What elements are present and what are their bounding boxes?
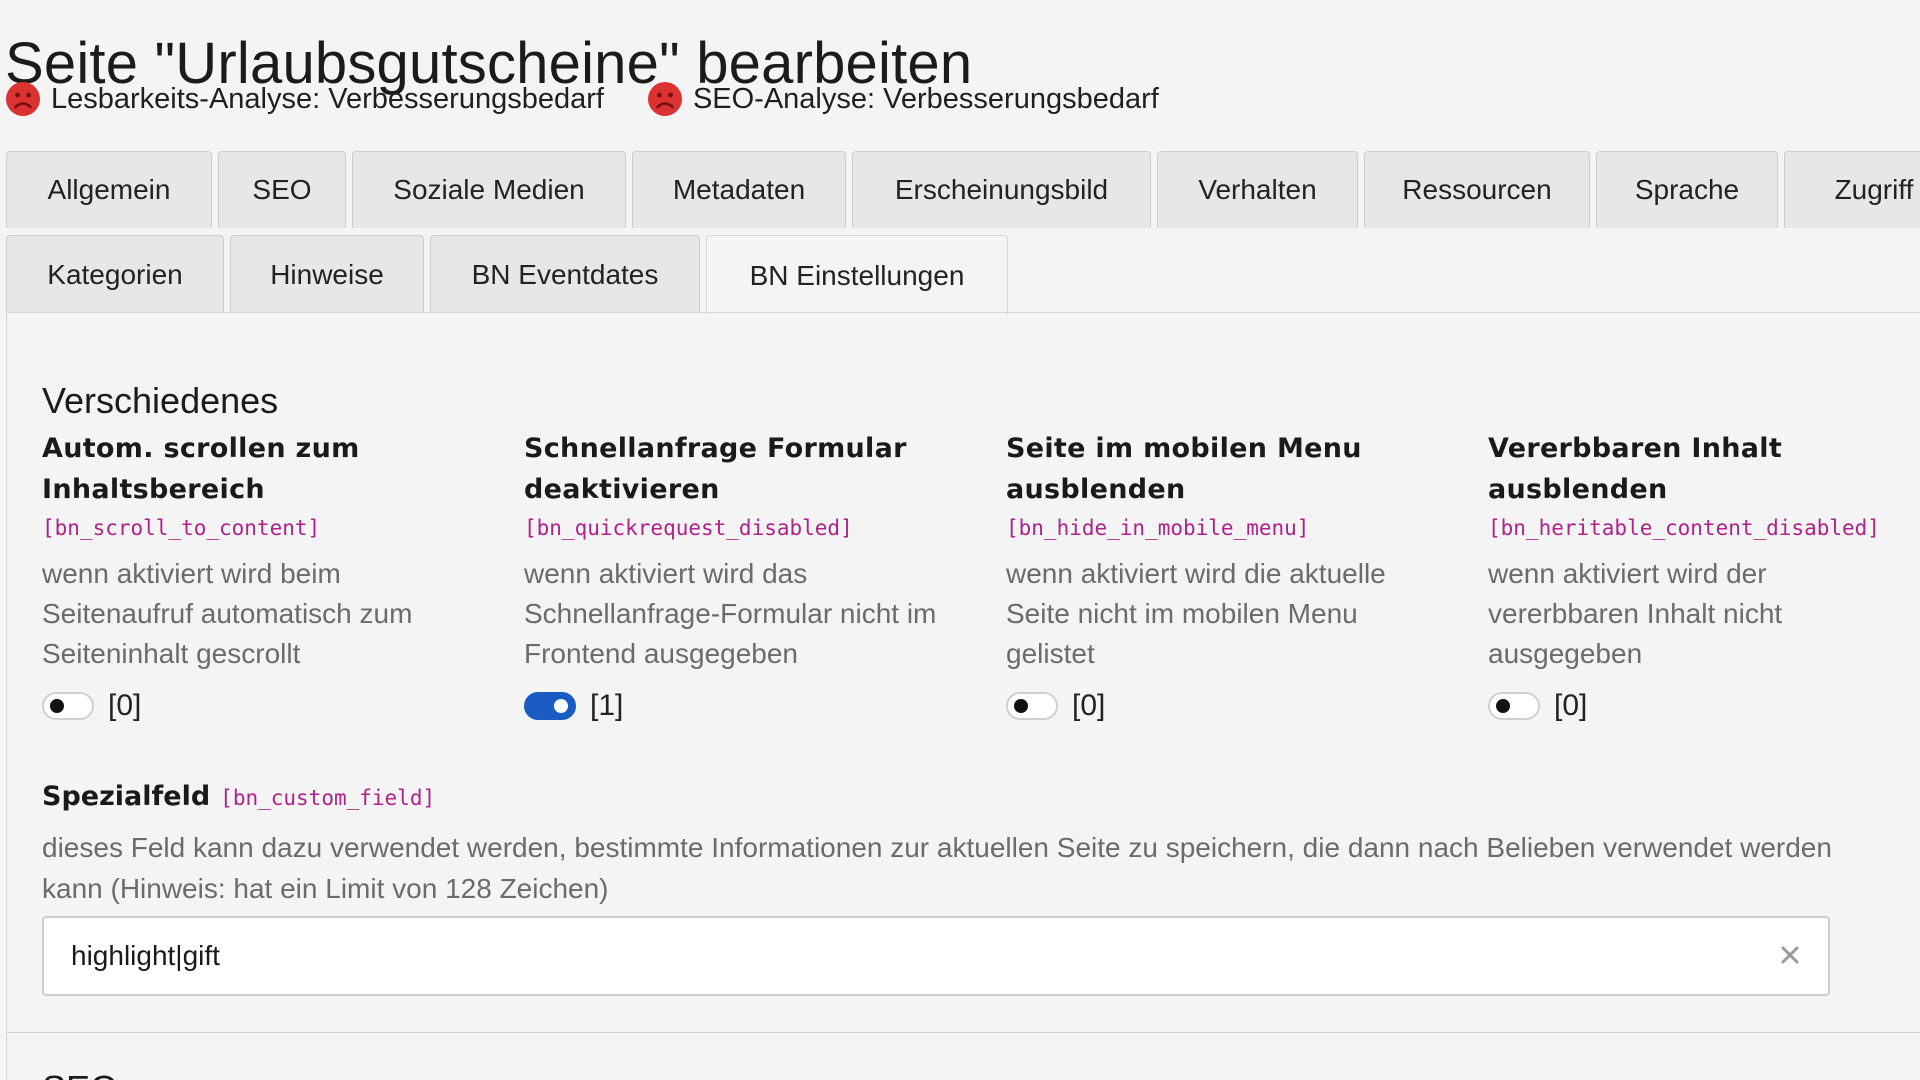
toggle-value: [0] xyxy=(108,689,142,722)
custom-field-code: [bn_custom_field] xyxy=(220,786,436,810)
tab-metadaten[interactable]: Metadaten xyxy=(632,151,846,228)
page: Seite "Urlaubsgutscheine" bearbeiten Les… xyxy=(0,0,1920,1080)
custom-field-input[interactable] xyxy=(44,918,1744,994)
section-divider xyxy=(7,1032,1920,1033)
tab-zugriff[interactable]: Zugriff xyxy=(1784,151,1920,228)
tab-bn-eventdates[interactable]: BN Eventdates xyxy=(430,235,700,313)
toggle-switch[interactable] xyxy=(42,692,94,720)
seo-analysis[interactable]: SEO-Analyse: Verbesserungsbedarf xyxy=(647,81,1159,117)
analysis-bar: Lesbarkeits-Analyse: Verbesserungsbedarf… xyxy=(5,79,1159,119)
field-quickrequest-disabled: Schnellanfrage Formular deaktivieren [bn… xyxy=(524,428,964,726)
tab-soziale-medien[interactable]: Soziale Medien xyxy=(352,151,626,228)
field-label: Autom. scrollen zum Inhaltsbereich xyxy=(42,433,360,505)
toggle-row: [1] xyxy=(524,686,964,726)
field-hide-in-mobile-menu: Seite im mobilen Menu ausblenden [bn_hid… xyxy=(1006,428,1446,726)
tab-bar-row-1: Allgemein SEO Soziale Medien Metadaten E… xyxy=(6,151,1920,228)
field-scroll-to-content: Autom. scrollen zum Inhaltsbereich [bn_s… xyxy=(42,428,482,726)
readability-analysis-label: Lesbarkeits-Analyse: Verbesserungsbedarf xyxy=(51,82,604,115)
toggle-row: [0] xyxy=(1006,686,1446,726)
toggle-knob xyxy=(554,699,568,713)
tab-erscheinungsbild[interactable]: Erscheinungsbild xyxy=(852,151,1151,228)
toggle-switch[interactable] xyxy=(1006,692,1058,720)
toggle-knob xyxy=(1496,699,1510,713)
sad-face-icon xyxy=(6,82,40,116)
tab-allgemein[interactable]: Allgemein xyxy=(6,151,212,228)
tab-sprache[interactable]: Sprache xyxy=(1596,151,1778,228)
tab-verhalten[interactable]: Verhalten xyxy=(1157,151,1358,228)
tab-bn-einstellungen[interactable]: BN Einstellungen xyxy=(706,235,1008,315)
field-heritable-content-disabled: Vererbbaren Inhalt ausblenden [bn_herita… xyxy=(1488,428,1918,726)
toggle-row: [0] xyxy=(1488,686,1918,726)
field-code: [bn_heritable_content_disabled] xyxy=(1488,516,1880,540)
custom-field-header: Spezialfeld [bn_custom_field] xyxy=(42,781,435,812)
close-icon[interactable] xyxy=(1778,943,1802,967)
tab-kategorien[interactable]: Kategorien xyxy=(6,235,224,313)
field-description: wenn aktiviert wird das Schnellanfrage-F… xyxy=(524,558,937,669)
field-code: [bn_quickrequest_disabled] xyxy=(524,516,853,540)
toggle-value: [1] xyxy=(590,689,624,722)
custom-field-label: Spezialfeld xyxy=(42,781,211,812)
sad-face-icon xyxy=(647,82,682,116)
tab-bar-row-2: Kategorien Hinweise BN Eventdates BN Ein… xyxy=(6,235,1014,315)
field-description: wenn aktiviert wird der vererbbaren Inha… xyxy=(1488,558,1783,669)
tab-seo[interactable]: SEO xyxy=(218,151,346,228)
toggle-knob xyxy=(1014,699,1028,713)
toggle-switch[interactable] xyxy=(1488,692,1540,720)
seo-analysis-label: SEO-Analyse: Verbesserungsbedarf xyxy=(692,82,1159,115)
custom-field-description: dieses Feld kann dazu verwendet werden, … xyxy=(42,832,1832,904)
field-description: wenn aktiviert wird beim Seitenaufruf au… xyxy=(42,558,413,669)
field-label: Seite im mobilen Menu ausblenden xyxy=(1006,433,1362,505)
field-description: wenn aktiviert wird die aktuelle Seite n… xyxy=(1006,558,1386,669)
field-code: [bn_scroll_to_content] xyxy=(42,516,321,540)
field-label: Schnellanfrage Formular deaktivieren xyxy=(524,433,907,505)
toggle-knob xyxy=(50,699,64,713)
custom-field-input-wrapper xyxy=(42,916,1830,996)
toggle-switch[interactable] xyxy=(524,692,576,720)
next-section-heading: SEO xyxy=(42,1068,118,1080)
section-heading: Verschiedenes xyxy=(42,379,279,421)
toggle-value: [0] xyxy=(1554,689,1588,722)
tab-hinweise[interactable]: Hinweise xyxy=(230,235,424,313)
tab-ressourcen[interactable]: Ressourcen xyxy=(1364,151,1590,228)
toggle-row: [0] xyxy=(42,686,482,726)
readability-analysis[interactable]: Lesbarkeits-Analyse: Verbesserungsbedarf xyxy=(5,81,604,117)
toggle-value: [0] xyxy=(1072,689,1106,722)
field-code: [bn_hide_in_mobile_menu] xyxy=(1006,516,1310,540)
field-label: Vererbbaren Inhalt ausblenden xyxy=(1488,433,1783,505)
